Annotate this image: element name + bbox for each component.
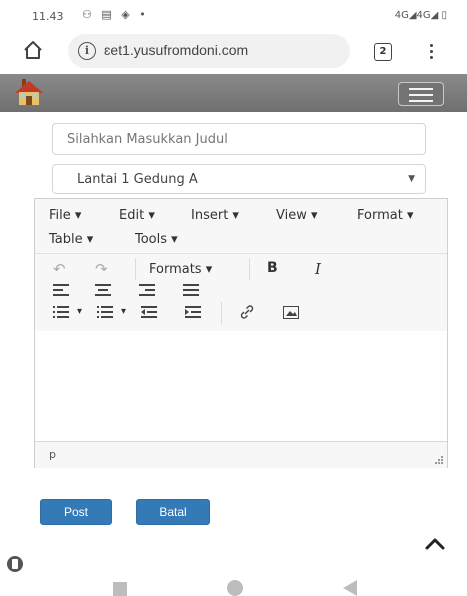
menu-file-label: File [49,208,71,223]
menu-insert[interactable]: Insert ▾ [191,208,239,223]
home-icon[interactable] [22,39,44,61]
hamburger-icon[interactable] [398,82,444,106]
align-justify-icon[interactable] [183,284,199,296]
indent-icon[interactable] [185,306,201,318]
rich-text-editor: File ▾ Edit ▾ Insert ▾ View ▾ Format ▾ T… [34,198,448,468]
link-icon[interactable] [239,304,255,320]
align-right-icon[interactable] [139,284,155,296]
status-bar: 11.43 ⚇ ▤ ◈ • 4G◢4G◢ ▯ [0,0,467,30]
site-navbar [0,74,467,112]
menu-format-label: Format [357,208,403,223]
menu-edit-label: Edit [119,208,145,223]
menu-edit[interactable]: Edit ▾ [119,208,155,223]
chevron-down-icon[interactable]: ▾ [77,306,82,317]
caret-up-icon[interactable] [424,537,446,551]
toolbar-divider [249,258,250,280]
chevron-down-icon: ▼ [408,174,415,184]
chevron-down-icon[interactable]: ▾ [121,306,126,317]
recents-button[interactable] [113,582,127,596]
redo-icon[interactable]: ↷ [95,260,108,278]
home-button[interactable] [227,580,243,596]
menu-view[interactable]: View ▾ [276,208,318,223]
location-select[interactable]: Lantai 1 Gedung A ▼ [52,164,426,194]
floating-action-icon[interactable] [7,556,23,572]
tabs-icon[interactable]: 2 [374,43,392,61]
editor-toolbar: ↶ ↷ Formats ▾ B I ▾ ▾ [35,253,447,333]
element-path[interactable]: p [49,448,56,461]
url-text[interactable]: ɛet1.yusufromdoni.com [104,42,248,58]
outdent-icon[interactable] [141,306,157,318]
editor-statusbar: p [35,441,447,468]
back-button[interactable] [343,580,357,596]
align-left-icon[interactable] [53,284,69,296]
menu-table[interactable]: Table ▾ [49,232,93,247]
editor-content-area[interactable] [35,331,447,441]
info-icon[interactable]: i [78,42,96,60]
status-icons: ⚇ ▤ ◈ • [82,8,149,21]
toolbar-divider [135,258,136,280]
editor-menubar: File ▾ Edit ▾ Insert ▾ View ▾ Format ▾ T… [35,199,447,253]
cancel-button[interactable]: Batal [136,499,210,525]
title-input-placeholder: Silahkan Masukkan Judul [67,132,228,147]
bold-button[interactable]: B [267,260,278,276]
house-logo-icon[interactable] [14,79,44,107]
location-select-value: Lantai 1 Gedung A [77,172,198,187]
toolbar-divider [221,302,222,324]
undo-icon[interactable]: ↶ [53,260,66,278]
status-signal: 4G◢4G◢ ▯ [394,10,447,21]
align-center-icon[interactable] [95,284,111,296]
image-icon[interactable] [283,306,299,319]
menu-table-label: Table [49,232,83,247]
menu-insert-label: Insert [191,208,229,223]
menu-file[interactable]: File ▾ [49,208,81,223]
menu-tools-label: Tools [135,232,168,247]
browser-toolbar: i ɛet1.yusufromdoni.com 2 [0,30,467,74]
menu-tools[interactable]: Tools ▾ [135,232,178,247]
italic-button[interactable]: I [315,260,321,278]
title-input[interactable]: Silahkan Masukkan Judul [52,123,426,155]
address-bar[interactable]: i ɛet1.yusufromdoni.com [68,34,350,68]
formats-dropdown[interactable]: Formats ▾ [149,262,212,277]
bullet-list-icon[interactable] [53,306,69,318]
formats-label: Formats [149,262,202,277]
menu-format[interactable]: Format ▾ [357,208,413,223]
menu-view-label: View [276,208,307,223]
post-button[interactable]: Post [40,499,112,525]
numbered-list-icon[interactable] [97,306,113,318]
resize-grip-icon[interactable] [435,456,443,464]
kebab-menu-icon[interactable] [426,42,436,62]
status-time: 11.43 [32,10,64,23]
